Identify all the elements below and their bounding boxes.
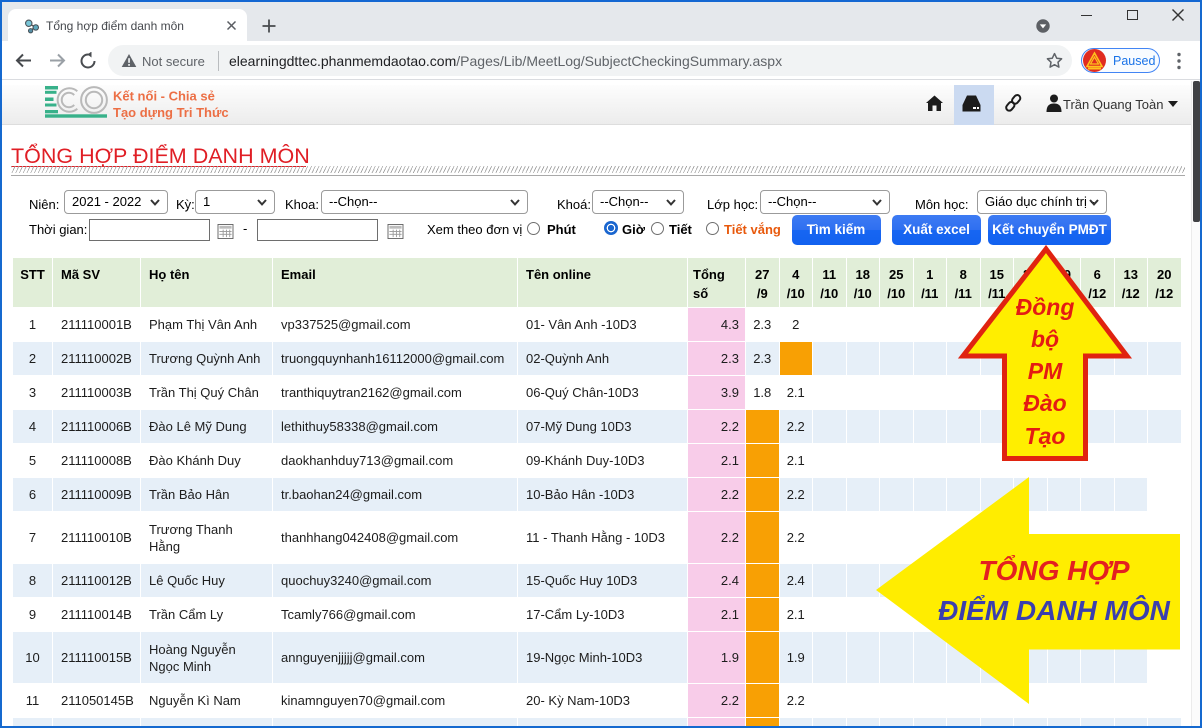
svg-text:Kết nối - Chia sẻ: Kết nối - Chia sẻ [113, 89, 215, 104]
svg-text:Tạo dựng Tri Thức: Tạo dựng Tri Thức [113, 105, 229, 120]
